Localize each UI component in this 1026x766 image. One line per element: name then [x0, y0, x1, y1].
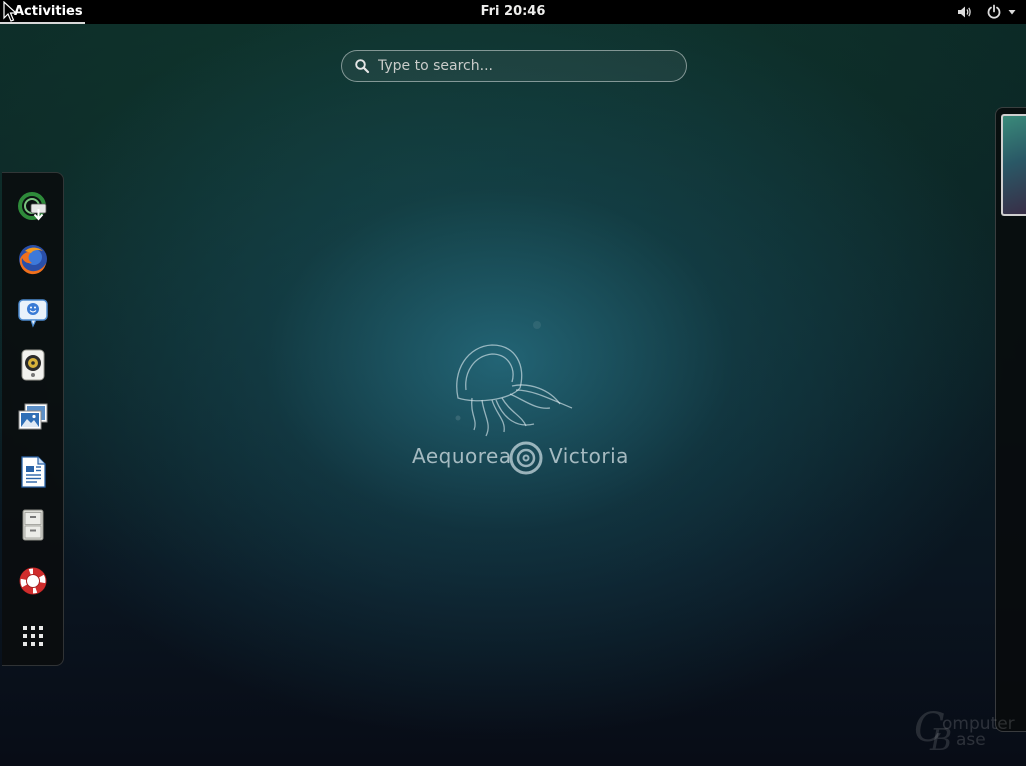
volume-icon[interactable] [956, 4, 972, 20]
watermark-logo: C B omputer ase [914, 708, 1020, 760]
system-tray [956, 0, 1016, 24]
wallpaper-logo: Aequorea Victoria [400, 320, 630, 490]
mouse-cursor-icon [3, 1, 17, 22]
dash-item-writer[interactable] [15, 454, 51, 490]
firefox-icon [19, 245, 47, 275]
activities-label: Activities [14, 4, 83, 19]
empathy-chat-icon [18, 299, 48, 328]
show-applications-icon [23, 626, 43, 646]
dash-item-software-update[interactable] [15, 188, 51, 224]
help-lifebuoy-icon [19, 567, 47, 595]
dash-item-empathy[interactable] [15, 294, 51, 330]
desktop-overview: Activities Fri 20:46 Type to search... A… [0, 0, 1026, 766]
search-input[interactable] [378, 58, 658, 74]
dash [2, 172, 64, 666]
workspace-thumbnail[interactable] [1001, 114, 1026, 216]
system-menu-button[interactable] [986, 4, 1016, 20]
dash-item-rhythmbox[interactable] [15, 347, 51, 383]
rhythmbox-icon [21, 349, 45, 381]
shotwell-photos-icon [18, 403, 48, 430]
dash-item-help[interactable] [15, 563, 51, 599]
wallpaper-text-left: Aequorea [412, 444, 512, 468]
power-icon [987, 4, 1001, 19]
clock[interactable]: Fri 20:46 [463, 0, 563, 24]
watermark-line2: ase [956, 730, 986, 750]
top-bar: Activities Fri 20:46 [0, 0, 1026, 24]
dash-item-shotwell[interactable] [15, 400, 51, 436]
wallpaper-text-right: Victoria [549, 444, 629, 468]
software-update-icon [18, 192, 47, 221]
search-icon [355, 59, 370, 74]
search-box[interactable] [341, 50, 687, 82]
libreoffice-writer-icon [21, 456, 46, 488]
dash-item-files[interactable] [15, 507, 51, 543]
files-cabinet-icon [22, 509, 44, 541]
chevron-down-icon [1008, 10, 1016, 15]
dash-item-show-applications[interactable] [15, 618, 51, 654]
clock-label: Fri 20:46 [480, 4, 546, 19]
dash-item-firefox[interactable] [15, 241, 51, 277]
